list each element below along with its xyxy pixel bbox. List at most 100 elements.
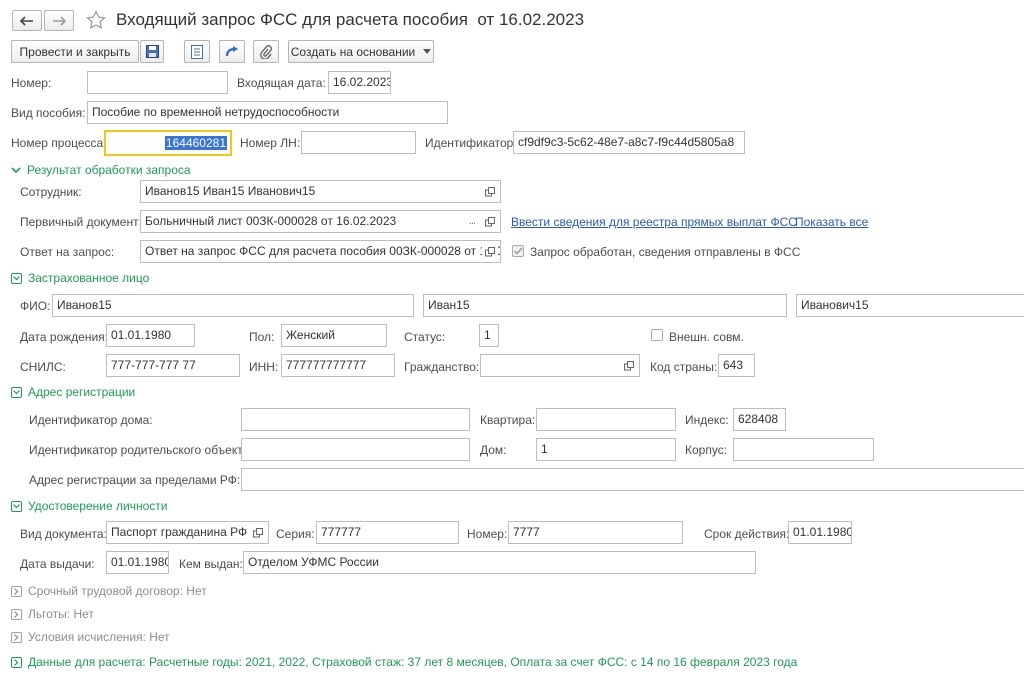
employee-label: Сотрудник: — [20, 185, 82, 199]
series-input[interactable]: 777777 — [316, 521, 459, 544]
open-icon[interactable] — [482, 183, 498, 200]
citizen-input[interactable] — [480, 354, 640, 377]
number-input[interactable] — [87, 71, 228, 94]
checkmark-icon — [513, 247, 523, 255]
sex-label: Пол: — [249, 330, 275, 344]
identity-section-title: Удостоверение личности — [28, 499, 168, 513]
chevron-down-icon — [11, 272, 22, 284]
parent-id-input[interactable] — [241, 438, 470, 461]
arrow-right-icon — [53, 15, 66, 26]
doc-type-input[interactable]: Паспорт гражданина РФ — [106, 521, 269, 544]
back-button[interactable] — [12, 10, 42, 31]
ident-input[interactable]: cf9df9c3-5c62-48e7-a8c7-f9c44d5805a8 — [513, 131, 745, 154]
chevron-down-icon — [11, 386, 22, 398]
enter-registry-link[interactable]: Ввести сведения для реестра прямых выпла… — [511, 215, 797, 229]
caret-down-icon — [423, 49, 432, 54]
last-name-input[interactable]: Иванов15 — [52, 294, 414, 317]
calc-data-group[interactable]: Данные для расчета: Расчетные годы: 2021… — [11, 655, 797, 669]
ident-label: Идентификатор: — [425, 136, 517, 150]
identity-section-header[interactable]: Удостоверение личности — [11, 499, 167, 513]
conditions-group[interactable]: Условия исчисления: Нет — [11, 630, 170, 644]
address-section-header[interactable]: Адрес регистрации — [11, 385, 135, 399]
citizen-label: Гражданство: — [404, 360, 480, 374]
answer-label: Ответ на запрос: — [20, 245, 115, 259]
floppy-disk-icon — [145, 45, 159, 58]
index-input[interactable]: 628408 — [733, 408, 786, 431]
house-id-input[interactable] — [241, 408, 470, 431]
issue-date-input[interactable]: 01.01.1980 — [106, 551, 169, 574]
forward-button[interactable] — [44, 10, 74, 31]
result-section-title: Результат обработки запроса — [27, 163, 191, 177]
processed-checkbox[interactable] — [512, 245, 524, 257]
in-date-label: Входящая дата: — [237, 76, 326, 90]
issue-date-label: Дата выдачи: — [20, 557, 95, 571]
flat-input[interactable] — [536, 408, 676, 431]
snils-input[interactable]: 777-777-777 77 — [106, 354, 240, 377]
benefit-input[interactable]: Пособие по временной нетрудоспособности — [87, 101, 448, 124]
birth-label: Дата рождения: — [20, 330, 108, 344]
favorite-star-icon[interactable] — [86, 10, 106, 30]
insured-section-header[interactable]: Застрахованное лицо — [11, 271, 149, 285]
house-id-label: Идентификатор дома: — [29, 413, 153, 427]
valid-input[interactable]: 01.01.1980 — [788, 521, 852, 544]
address-section-title: Адрес регистрации — [28, 385, 136, 399]
ext-label: Внешн. совм. — [669, 330, 744, 344]
employee-input[interactable]: Иванов15 Иван15 Иванович15 — [140, 180, 501, 203]
save-button[interactable] — [140, 40, 164, 63]
in-date-input[interactable]: 16.02.2023 — [328, 71, 391, 94]
curved-arrow-icon — [225, 45, 238, 56]
post-close-button[interactable]: Провести и закрыть — [11, 40, 139, 63]
doc-number-input[interactable]: 7777 — [508, 521, 683, 544]
open-icon[interactable] — [250, 524, 266, 541]
arrow-left-icon — [20, 15, 33, 26]
inn-input[interactable]: 777777777777 — [281, 354, 395, 377]
ext-checkbox[interactable] — [651, 329, 663, 341]
list-document-icon — [191, 44, 203, 59]
chevron-right-icon — [11, 608, 22, 620]
process-input[interactable]: 164460281 — [104, 130, 232, 156]
result-section-header[interactable]: Результат обработки запроса — [11, 163, 191, 177]
doc-type-value: Паспорт гражданина РФ — [111, 525, 248, 539]
index-label: Индекс: — [685, 413, 729, 427]
chevron-right-icon — [11, 585, 22, 597]
contract-group[interactable]: Срочный трудовой договор: Нет — [11, 584, 207, 598]
calc-data-label: Данные для расчета: Расчетные годы: 2021… — [28, 655, 798, 669]
open-icon[interactable] — [621, 357, 637, 374]
show-all-link[interactable]: Показать все — [795, 215, 868, 229]
sex-input[interactable]: Женский — [281, 324, 387, 347]
primary-input[interactable]: Больничный лист 00ЗК-000028 от 16.02.202… — [140, 210, 501, 233]
status-label: Статус: — [404, 330, 446, 344]
valid-label: Срок действия: — [704, 527, 790, 541]
korpus-label: Корпус: — [685, 443, 728, 457]
country-input[interactable]: 643 — [718, 354, 755, 377]
first-name-input[interactable]: Иван15 — [423, 294, 787, 317]
primary-value: Больничный лист 00ЗК-000028 от 16.02.202… — [145, 214, 397, 228]
document-list-button[interactable] — [184, 40, 210, 63]
answer-value: Ответ на запрос ФСС для расчета пособия … — [145, 244, 501, 258]
create-based-dropdown[interactable]: Создать на основании — [288, 40, 434, 63]
abroad-input[interactable] — [241, 468, 1024, 491]
primary-label: Первичный документ: — [20, 215, 142, 229]
ln-input[interactable] — [301, 131, 416, 154]
issued-by-label: Кем выдан: — [179, 557, 243, 571]
insured-section-title: Застрахованное лицо — [28, 271, 150, 285]
birth-input[interactable]: 01.01.1980 — [106, 324, 195, 347]
house-label: Дом: — [480, 443, 507, 457]
status-input[interactable]: 1 — [479, 324, 499, 347]
processed-label: Запрос обработан, сведения отправлены в … — [530, 245, 801, 259]
open-icon[interactable] — [482, 213, 498, 230]
answer-input[interactable]: Ответ на запрос ФСС для расчета пособия … — [140, 240, 501, 263]
middle-name-input[interactable]: Иванович15 — [796, 294, 1024, 317]
issued-by-input[interactable]: Отделом УФМС России — [243, 551, 756, 574]
open-icon[interactable] — [482, 243, 498, 260]
benefits-group[interactable]: Льготы: Нет — [11, 607, 94, 621]
redo-button[interactable] — [219, 40, 245, 63]
process-label: Номер процесса: — [11, 136, 107, 150]
attach-button[interactable] — [253, 40, 279, 63]
benefits-label: Льготы: Нет — [28, 607, 94, 621]
chevron-right-icon — [11, 631, 22, 643]
house-input[interactable]: 1 — [536, 438, 676, 461]
select-ellipsis-icon[interactable]: ... — [464, 213, 480, 230]
chevron-right-icon — [11, 656, 22, 668]
korpus-input[interactable] — [733, 438, 874, 461]
